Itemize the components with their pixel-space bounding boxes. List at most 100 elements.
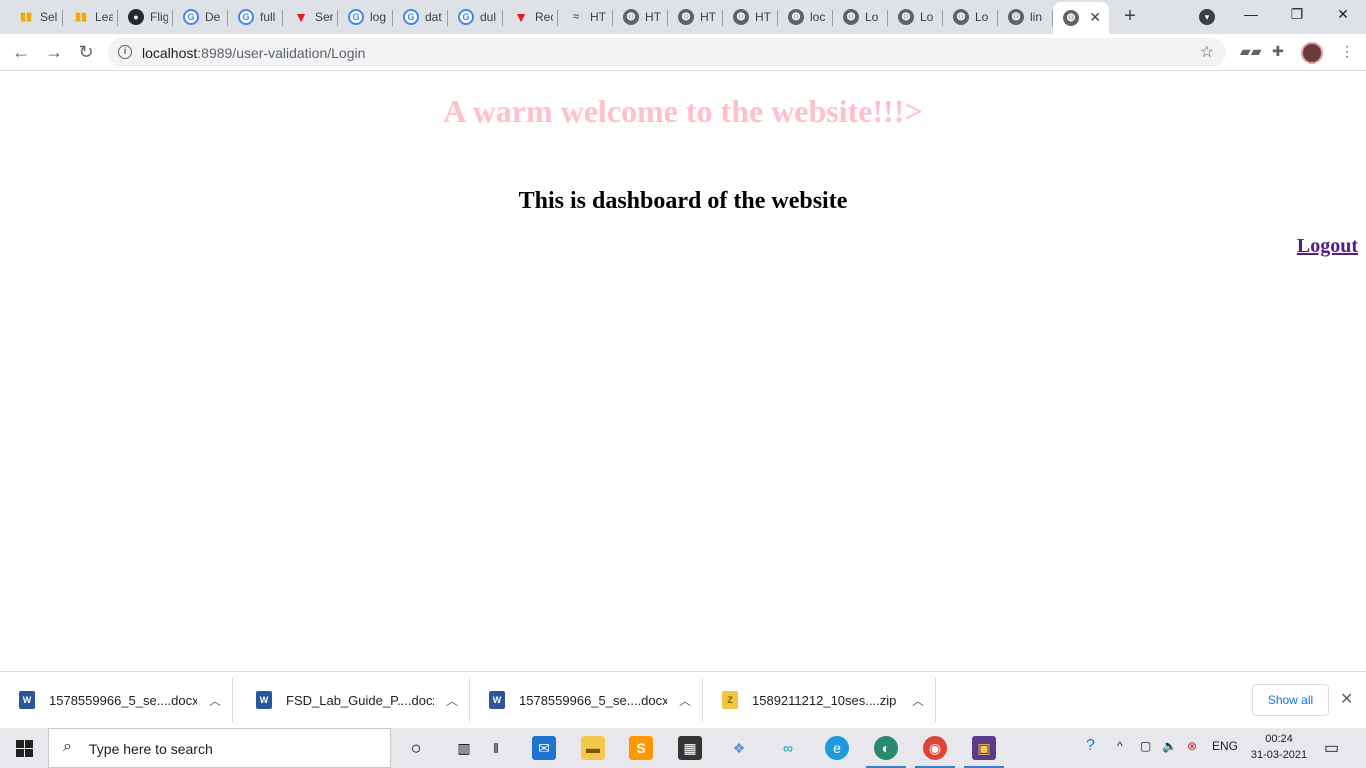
tab-label: Lea (95, 10, 113, 24)
browser-tab[interactable]: Gdul (448, 2, 503, 32)
dropbox-icon[interactable]: ❖ (727, 736, 751, 760)
browser-tab[interactable]: ≈ HT (558, 2, 613, 32)
edge-icon[interactable]: e (825, 736, 849, 760)
start-button[interactable] (16, 740, 33, 757)
browser-tab[interactable]: ▼ Rec (503, 2, 558, 32)
restore-button[interactable]: ❐ (1287, 6, 1307, 23)
globe-icon: ◍ (1008, 9, 1024, 25)
tray-expand-icon[interactable]: ^ (1117, 739, 1123, 753)
forward-button[interactable]: → (43, 41, 65, 63)
address-bar[interactable]: i localhost:8989/user-validation/Login ☆ (108, 38, 1226, 67)
browser-tab[interactable]: Gdat (393, 2, 448, 32)
show-all-button[interactable]: Show all (1252, 684, 1329, 716)
globe-icon: ◍ (843, 9, 859, 25)
taskbar-search[interactable]: ⌕ Type here to search (48, 728, 391, 768)
logout-link[interactable]: Logout (1297, 235, 1358, 258)
chrome-icon[interactable]: ◉ (915, 736, 955, 768)
browser-tab[interactable]: ▼ Ser (283, 2, 338, 32)
file-explorer-icon[interactable]: ▬ (581, 736, 605, 760)
back-button[interactable]: ← (10, 41, 32, 63)
page-content: A warm welcome to the website!!!> This i… (0, 71, 1366, 671)
clock-time: 00:24 (1265, 733, 1293, 745)
google-icon: G (183, 9, 199, 25)
browser-tab[interactable]: ● Flig (118, 2, 173, 32)
download-filename: 1589211212_10ses....zip (752, 692, 897, 708)
browser-tab[interactable]: Glog (338, 2, 393, 32)
new-tab-button[interactable]: + (1120, 5, 1140, 28)
browser-tab[interactable]: ◍ Lo (888, 2, 943, 32)
browser-tab[interactable]: ◍ HT (613, 2, 668, 32)
globe-icon: ◍ (898, 9, 914, 25)
chart-icon: ▮▮ (74, 10, 88, 23)
browser-tab[interactable]: ◍ Lo (943, 2, 998, 32)
browser-toolbar: ← → ↻ i localhost:8989/user-validation/L… (0, 34, 1366, 71)
bookmark-star-icon[interactable]: ☆ (1200, 42, 1214, 62)
browser-tab[interactable]: ◍ HT (668, 2, 723, 32)
browser-tab[interactable]: ◍ HT (723, 2, 778, 32)
cortana-icon[interactable]: ○ (404, 736, 428, 760)
tab-label: Lo (865, 10, 879, 24)
gfg-icon: ≈ (572, 10, 580, 23)
tab-label: Lo (920, 10, 934, 24)
browser-tab[interactable]: ◍ loc (778, 2, 833, 32)
url-text[interactable]: localhost:8989/user-validation/Login (142, 45, 365, 61)
download-item[interactable]: W FSD_Lab_Guide_P....docx ︿ (237, 678, 470, 722)
extensions-icon[interactable]: ✚ (1272, 43, 1284, 60)
browser-tab[interactable]: ◍ Lo (833, 2, 888, 32)
language-indicator[interactable]: ENG (1212, 739, 1238, 753)
menu-icon[interactable]: ⋮ (1340, 43, 1354, 60)
download-item[interactable]: W 1578559966_5_se....docx ︿ (0, 678, 233, 722)
network-icon[interactable]: ⊗ (1187, 739, 1197, 753)
window-close-button[interactable]: ✕ (1333, 6, 1353, 23)
arduino-icon[interactable]: ∞ (776, 736, 800, 760)
site-info-icon[interactable]: i (118, 45, 132, 59)
globe-icon: ◍ (788, 9, 804, 25)
tab-search-icon[interactable]: ▾ (1199, 9, 1215, 25)
tab-close-icon[interactable]: ✕ (1089, 9, 1101, 26)
triangle-v-icon: ▼ (294, 9, 308, 25)
browser-tab[interactable]: ◍ lin (998, 2, 1053, 32)
active-tab[interactable]: ◍ ✕ (1053, 2, 1109, 34)
tab-label: full (260, 10, 276, 24)
google-icon: G (458, 9, 474, 25)
globe-icon: ◍ (733, 9, 749, 25)
eclipse-icon[interactable]: ◐ (866, 736, 906, 768)
chevron-up-icon[interactable]: ︿ (912, 692, 924, 709)
chevron-up-icon[interactable]: ︿ (209, 692, 221, 709)
url-path: :8989/user-validation/Login (197, 45, 366, 61)
taskbar: ⌕ Type here to search ○ ▥ ‖ ✉ ▬ S ▦ ❖ ∞ … (0, 728, 1366, 768)
tab-label: HT (755, 10, 771, 24)
volume-icon[interactable]: 🔈 (1162, 739, 1177, 753)
sublime-text-icon[interactable]: S (629, 736, 653, 760)
clock[interactable]: 00:24 31-03-2021 (1244, 731, 1314, 763)
browser-tab[interactable]: ▮▮ Lea (63, 2, 118, 32)
mail-icon[interactable]: ✉ (532, 736, 556, 760)
minimize-button[interactable]: — (1241, 6, 1261, 22)
meet-now-icon[interactable]: ▢ (1140, 739, 1151, 753)
chevron-up-icon[interactable]: ︿ (679, 692, 691, 709)
store-icon[interactable]: ▦ (678, 736, 702, 760)
chevron-up-icon[interactable]: ︿ (446, 692, 458, 709)
tab-label: Ser (315, 10, 333, 24)
tab-label: HT (700, 10, 716, 24)
browser-tab[interactable]: G De (173, 2, 228, 32)
github-icon: ● (128, 9, 144, 25)
google-icon: G (403, 9, 419, 25)
task-view-icon[interactable]: ▥ (452, 736, 476, 760)
download-item[interactable]: W 1578559966_5_se....docx ︿ (470, 678, 703, 722)
notifications-icon[interactable]: ▭ (1324, 738, 1339, 758)
reload-button[interactable]: ↻ (75, 41, 97, 63)
help-icon[interactable]: ? (1086, 737, 1095, 755)
performance-icon[interactable]: ▰▰ (1240, 43, 1262, 60)
search-placeholder: Type here to search (89, 741, 213, 757)
shelf-close-icon[interactable]: ✕ (1340, 689, 1353, 709)
clock-date: 31-03-2021 (1250, 749, 1308, 761)
tab-label: dat (425, 10, 442, 24)
profile-avatar[interactable] (1301, 42, 1323, 64)
globe-icon: ◍ (623, 9, 639, 25)
browser-tab[interactable]: ▮▮ Sel (8, 2, 63, 32)
tab-strip: ▮▮ Sel ▮▮ Lea ● Flig G De Gfull ▼ Ser Glog Gdat Gdul ▼… (0, 0, 1366, 34)
browser-tab[interactable]: Gfull (228, 2, 283, 32)
download-item[interactable]: Z 1589211212_10ses....zip ︿ (703, 678, 936, 722)
app-icon[interactable]: ▣ (964, 736, 1004, 768)
